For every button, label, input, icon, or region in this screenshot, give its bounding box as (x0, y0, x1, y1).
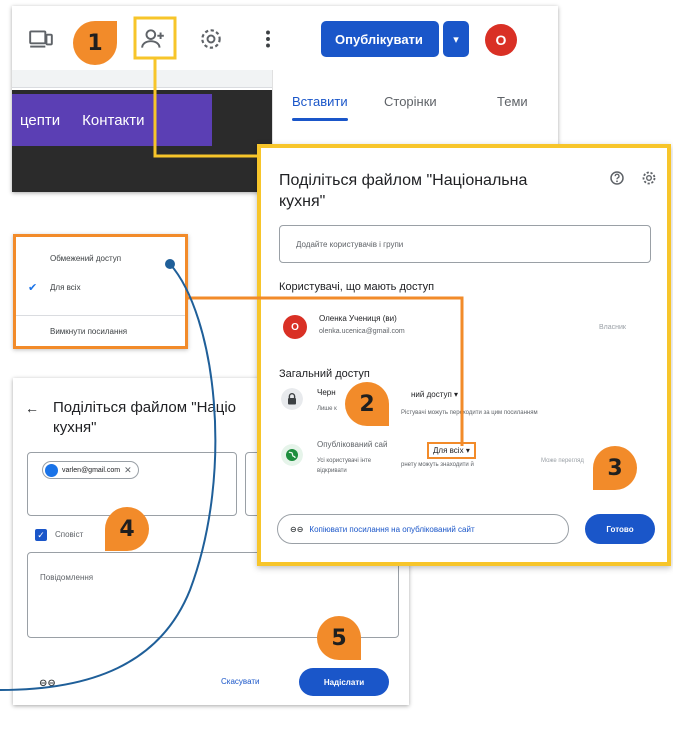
published-access-select[interactable]: Для всіх ▾ (427, 442, 476, 459)
menu-item-restricted[interactable]: Обмежений доступ (16, 254, 185, 263)
publish-button[interactable]: Опублікувати (321, 21, 439, 57)
published-role-select[interactable]: Може перегляд (541, 458, 584, 464)
link-icon[interactable]: ⊖⊖ (39, 678, 56, 689)
help-icon[interactable] (609, 170, 625, 186)
account-avatar[interactable]: O (485, 24, 517, 56)
menu-divider (16, 315, 185, 316)
chip-avatar-icon (45, 463, 58, 477)
add-person-icon[interactable] (140, 26, 166, 52)
general-access-heading: Загальний доступ (279, 368, 370, 380)
caret-down-icon: ▾ (454, 390, 459, 399)
tab-insert[interactable]: Вставити (292, 94, 348, 109)
settings-icon[interactable] (198, 26, 224, 52)
cancel-button[interactable]: Скасувати (221, 677, 259, 686)
access-dropdown-menu: Обмежений доступ ✔ Для всіх Вимкнути пос… (13, 234, 188, 349)
owner-avatar: O (283, 315, 307, 339)
more-vert-icon[interactable] (255, 26, 281, 52)
message-placeholder: Повідомлення (40, 573, 94, 582)
draft-site-title: Черн (317, 388, 336, 397)
lock-icon (281, 388, 303, 410)
notify-label: Сповіст (55, 530, 84, 539)
preview-devices-icon[interactable] (28, 26, 54, 52)
users-heading: Користувачі, що мають доступ (279, 281, 435, 293)
published-desc: Усі користувачі інте (317, 458, 372, 464)
chip-remove-icon[interactable]: ✕ (124, 465, 132, 476)
step-marker-2: 2 (345, 382, 389, 426)
globe-icon (281, 444, 303, 466)
recipient-chip[interactable]: varlen@gmail.com ✕ (42, 461, 139, 479)
add-users-input[interactable]: Додайте користувачів і групи (279, 225, 651, 263)
ruler (12, 70, 272, 88)
tab-pages[interactable]: Сторінки (384, 94, 437, 109)
published-desc-rest: рнету можуть знаходити й (401, 462, 474, 468)
back-arrow-icon[interactable]: ← (25, 400, 39, 416)
menu-item-anyone[interactable]: Для всіх (16, 283, 185, 292)
site-nav-item[interactable]: Контакти (82, 112, 144, 129)
copy-published-link-button[interactable]: ⊖⊖ Копіювати посилання на опублікований … (277, 514, 569, 544)
gear-icon[interactable] (641, 170, 657, 186)
published-desc-line2: відкривати (317, 468, 347, 474)
link-icon: ⊖⊖ (290, 524, 304, 534)
caret-down-icon: ▾ (465, 446, 470, 455)
share-dialog: Поділіться файлом "Національна кухня" До… (257, 144, 671, 566)
published-title: Опублікований сай (317, 440, 388, 449)
draft-access-select[interactable]: ний доступ ▾ (411, 390, 458, 399)
owner-name: Оленка Учениця (ви) (319, 314, 397, 323)
done-button[interactable]: Готово (585, 514, 655, 544)
published-access-value: Для всіх (433, 446, 464, 455)
active-tab-indicator (292, 118, 348, 121)
send-button[interactable]: Надіслати (299, 668, 389, 696)
owner-email: olenka.ucenica@gmail.com (319, 328, 405, 335)
caret-down-icon: ▾ (453, 33, 459, 46)
owner-role: Власник (599, 324, 626, 331)
checkmark-icon: ✓ (37, 529, 45, 540)
step-marker-4: 4 (105, 507, 149, 551)
site-navigation: цепти Контакти (12, 94, 212, 146)
tab-themes[interactable]: Теми (497, 94, 528, 109)
notify-checkbox[interactable]: ✓ (35, 529, 47, 541)
copy-link-label: Копіювати посилання на опублікований сай… (309, 524, 475, 534)
publish-options-button[interactable]: ▾ (443, 21, 469, 57)
menu-item-disable-link[interactable]: Вимкнути посилання (16, 327, 185, 336)
step-marker-5: 5 (317, 616, 361, 660)
recipients-field[interactable]: varlen@gmail.com ✕ (27, 452, 237, 516)
draft-desc-rest: Рістувачі можуть переходити за цим посил… (401, 410, 538, 416)
share-dialog-title: Поділіться файлом "Національна кухня" (279, 172, 528, 210)
chip-email: varlen@gmail.com (62, 466, 121, 474)
draft-access-value: ний доступ (411, 390, 452, 399)
step-marker-1: 1 (73, 21, 117, 65)
site-nav-item[interactable]: цепти (20, 112, 60, 129)
step-marker-3: 3 (593, 446, 637, 490)
draft-desc: Лише к (317, 406, 337, 412)
